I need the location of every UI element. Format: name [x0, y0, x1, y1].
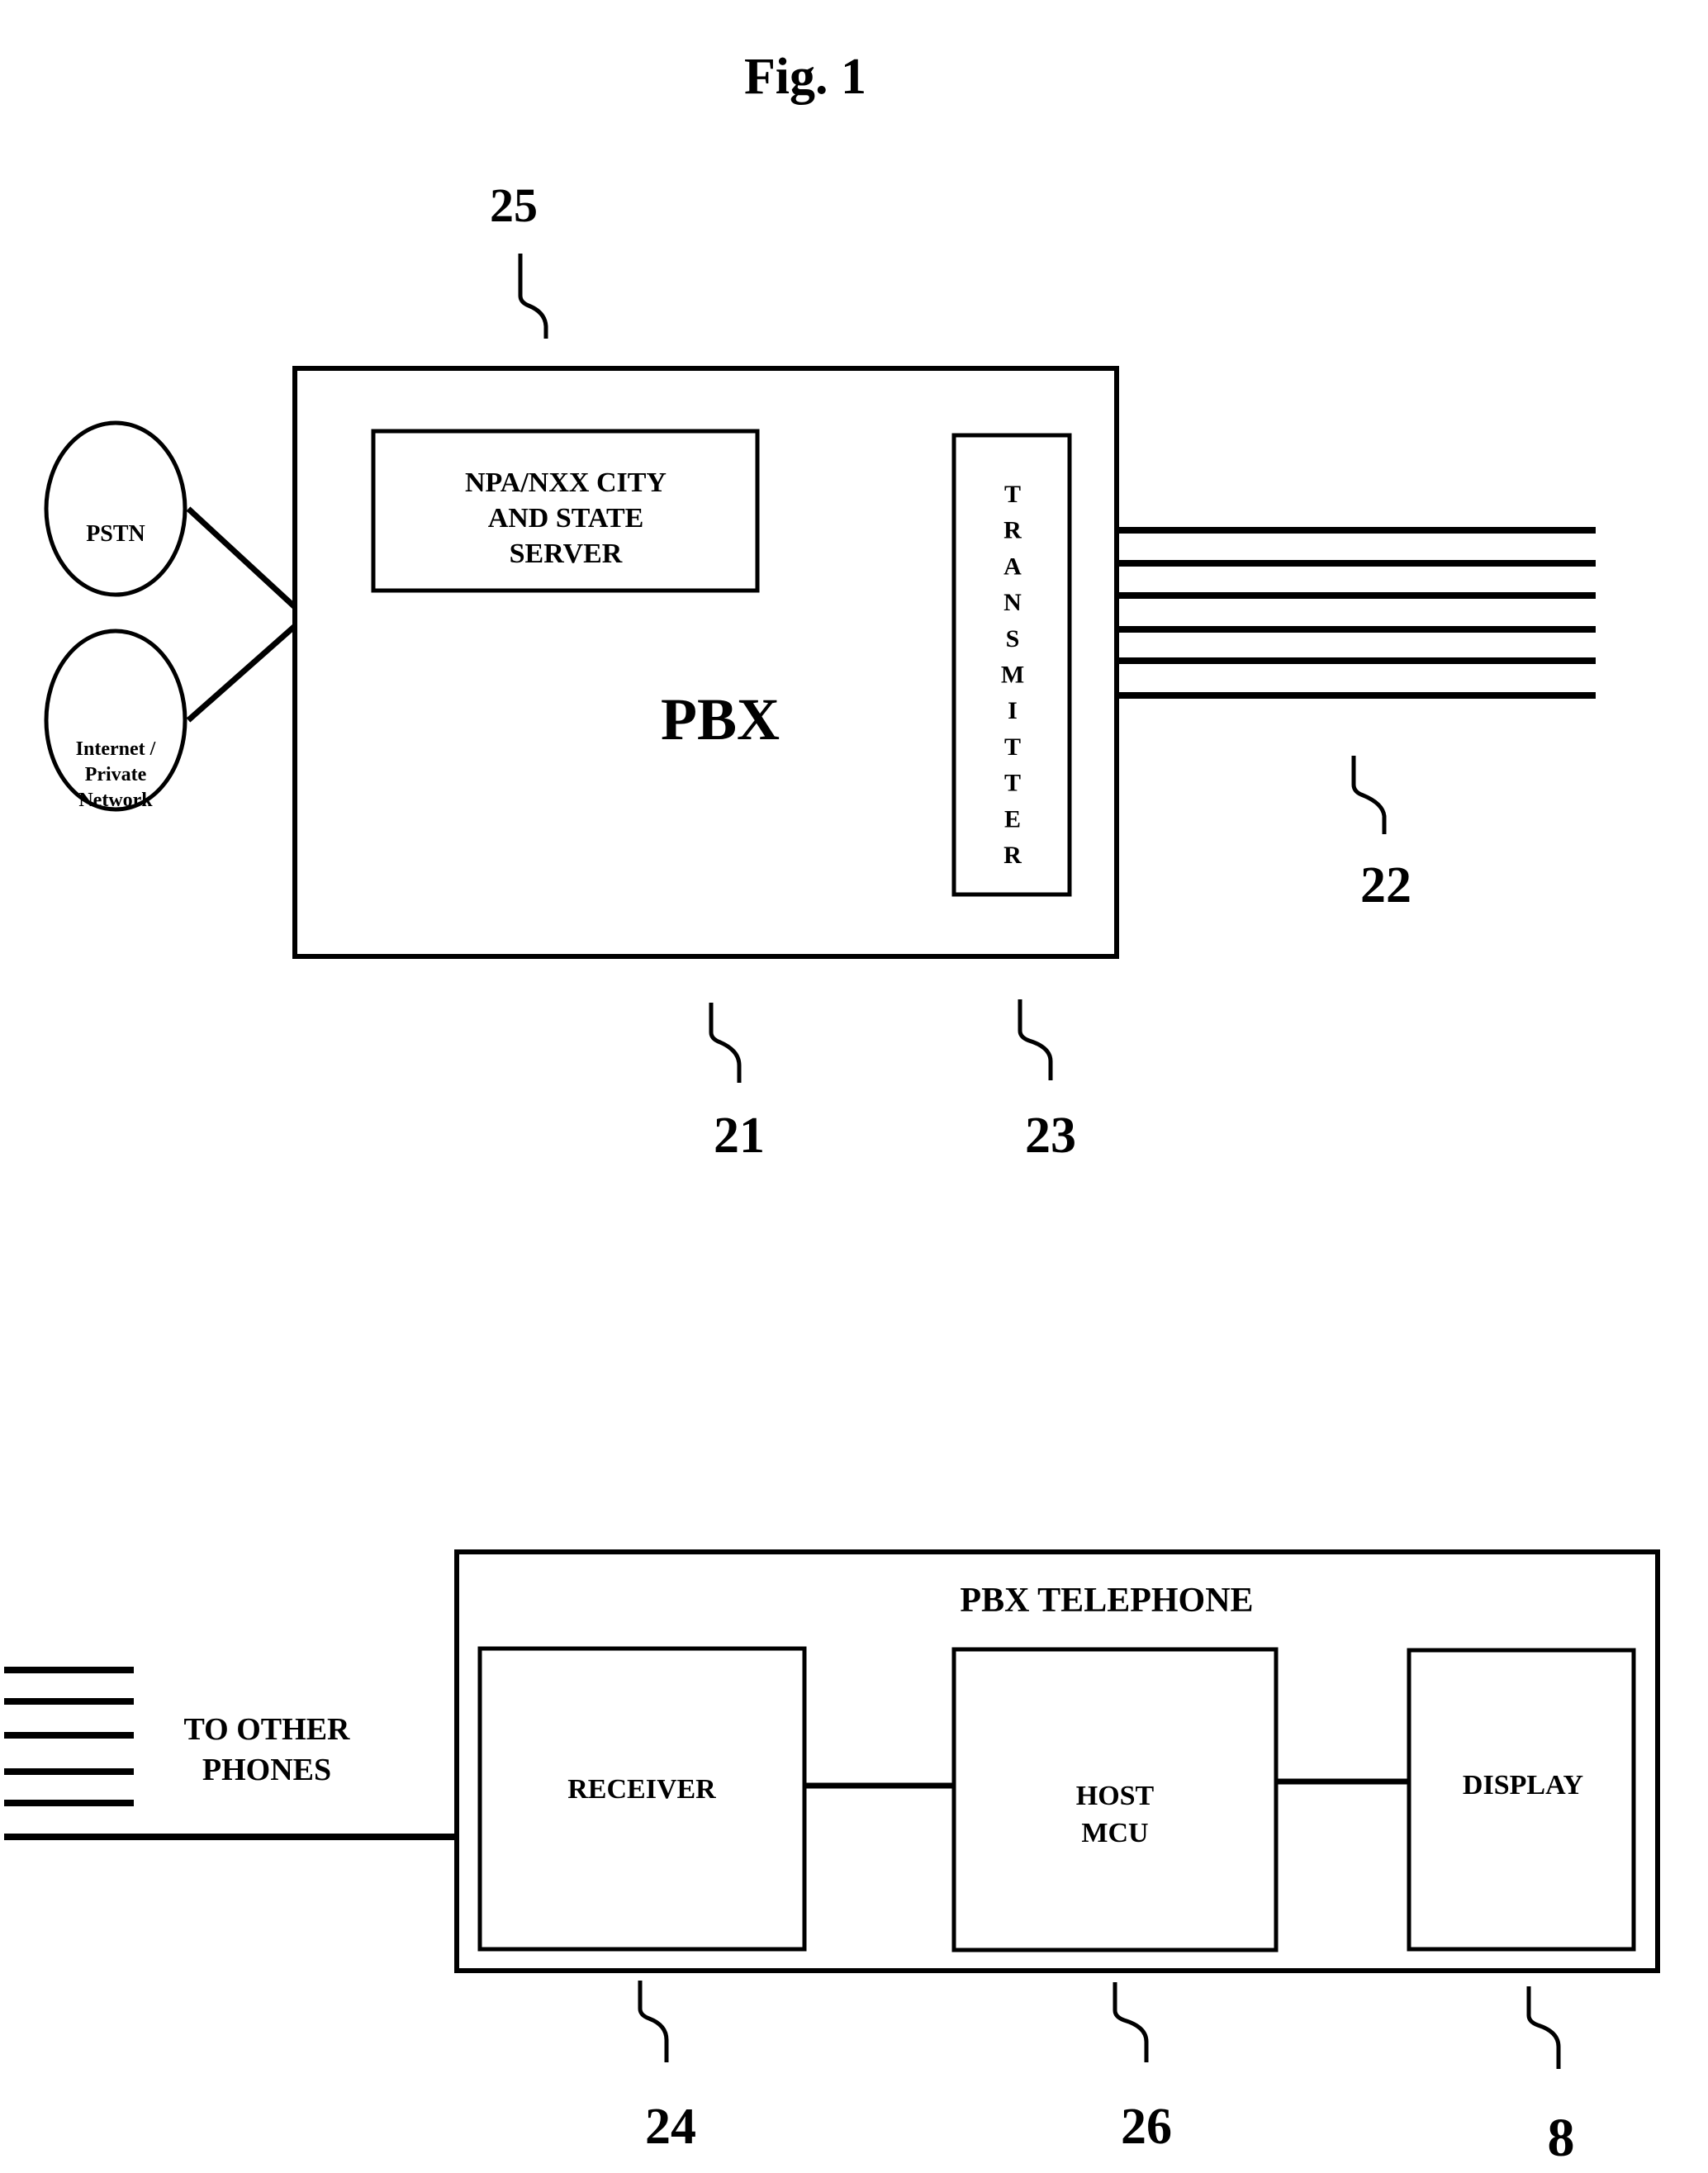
leader-line-21	[709, 1003, 742, 1083]
leader-line-22	[1351, 756, 1387, 834]
transmitter-letter: T	[1004, 770, 1021, 797]
transmitter-letter: A	[1003, 553, 1022, 580]
ref-label-26: 26	[1121, 2099, 1172, 2155]
transmitter-letter: S	[1006, 625, 1020, 652]
ref-label-21: 21	[714, 1108, 765, 1164]
pbx-output-lines	[1117, 527, 1596, 699]
transmitter-letter: R	[1003, 842, 1022, 869]
display-label: DISPLAY	[1463, 1770, 1583, 1801]
to-other-phones-line-1: TO OTHER	[184, 1712, 351, 1747]
internet-connection-line	[186, 624, 297, 723]
to-other-phones-line-2: PHONES	[202, 1753, 331, 1787]
leader-line-8	[1526, 1986, 1561, 2069]
leader-line-24	[638, 1981, 669, 2062]
server-label-line-3: SERVER	[510, 539, 623, 569]
pstn-network-ellipse	[44, 420, 187, 597]
figure-title: Fig. 1	[744, 49, 866, 105]
host-mcu-label-line-2: MCU	[1081, 1818, 1148, 1848]
server-label-line-1: NPA/NXX CITY	[465, 467, 667, 498]
ref-label-8: 8	[1548, 2108, 1575, 2168]
leader-line-26	[1113, 1982, 1149, 2062]
transmitter-letter: N	[1003, 589, 1022, 616]
ref-label-23: 23	[1025, 1108, 1076, 1164]
ref-label-22: 22	[1360, 857, 1411, 913]
internet-label-line-1: Internet /	[76, 738, 156, 760]
to-other-phones-lines	[4, 1667, 134, 1806]
pbx-label: PBX	[661, 686, 780, 752]
receiver-label: RECEIVER	[567, 1774, 716, 1805]
internet-label-line-2: Private	[85, 764, 147, 785]
ref-label-25: 25	[490, 178, 538, 232]
transmitter-label: TRANSMITTER	[1001, 481, 1024, 869]
leader-line-23	[1018, 999, 1053, 1080]
server-label-line-2: AND STATE	[488, 503, 644, 534]
transmitter-letter: R	[1003, 517, 1022, 544]
internet-label-line-3: Network	[78, 790, 153, 811]
pstn-label: PSTN	[86, 521, 145, 547]
pbx-telephone-label: PBX TELEPHONE	[960, 1582, 1253, 1620]
host-mcu-label-line-1: HOST	[1076, 1781, 1155, 1811]
transmitter-letter: M	[1001, 662, 1024, 689]
transmitter-letter: T	[1004, 481, 1021, 508]
pbx-box	[292, 366, 1119, 959]
transmitter-letter: I	[1008, 697, 1018, 724]
transmitter-letter: T	[1004, 733, 1021, 761]
figure-canvas: Fig. 1 25 PSTN Internet / Private Networ…	[4, 49, 1660, 2168]
leader-line-25	[518, 254, 548, 339]
ref-label-24: 24	[645, 2099, 696, 2155]
transmitter-letter: E	[1004, 805, 1021, 833]
pstn-connection-line	[186, 506, 297, 610]
